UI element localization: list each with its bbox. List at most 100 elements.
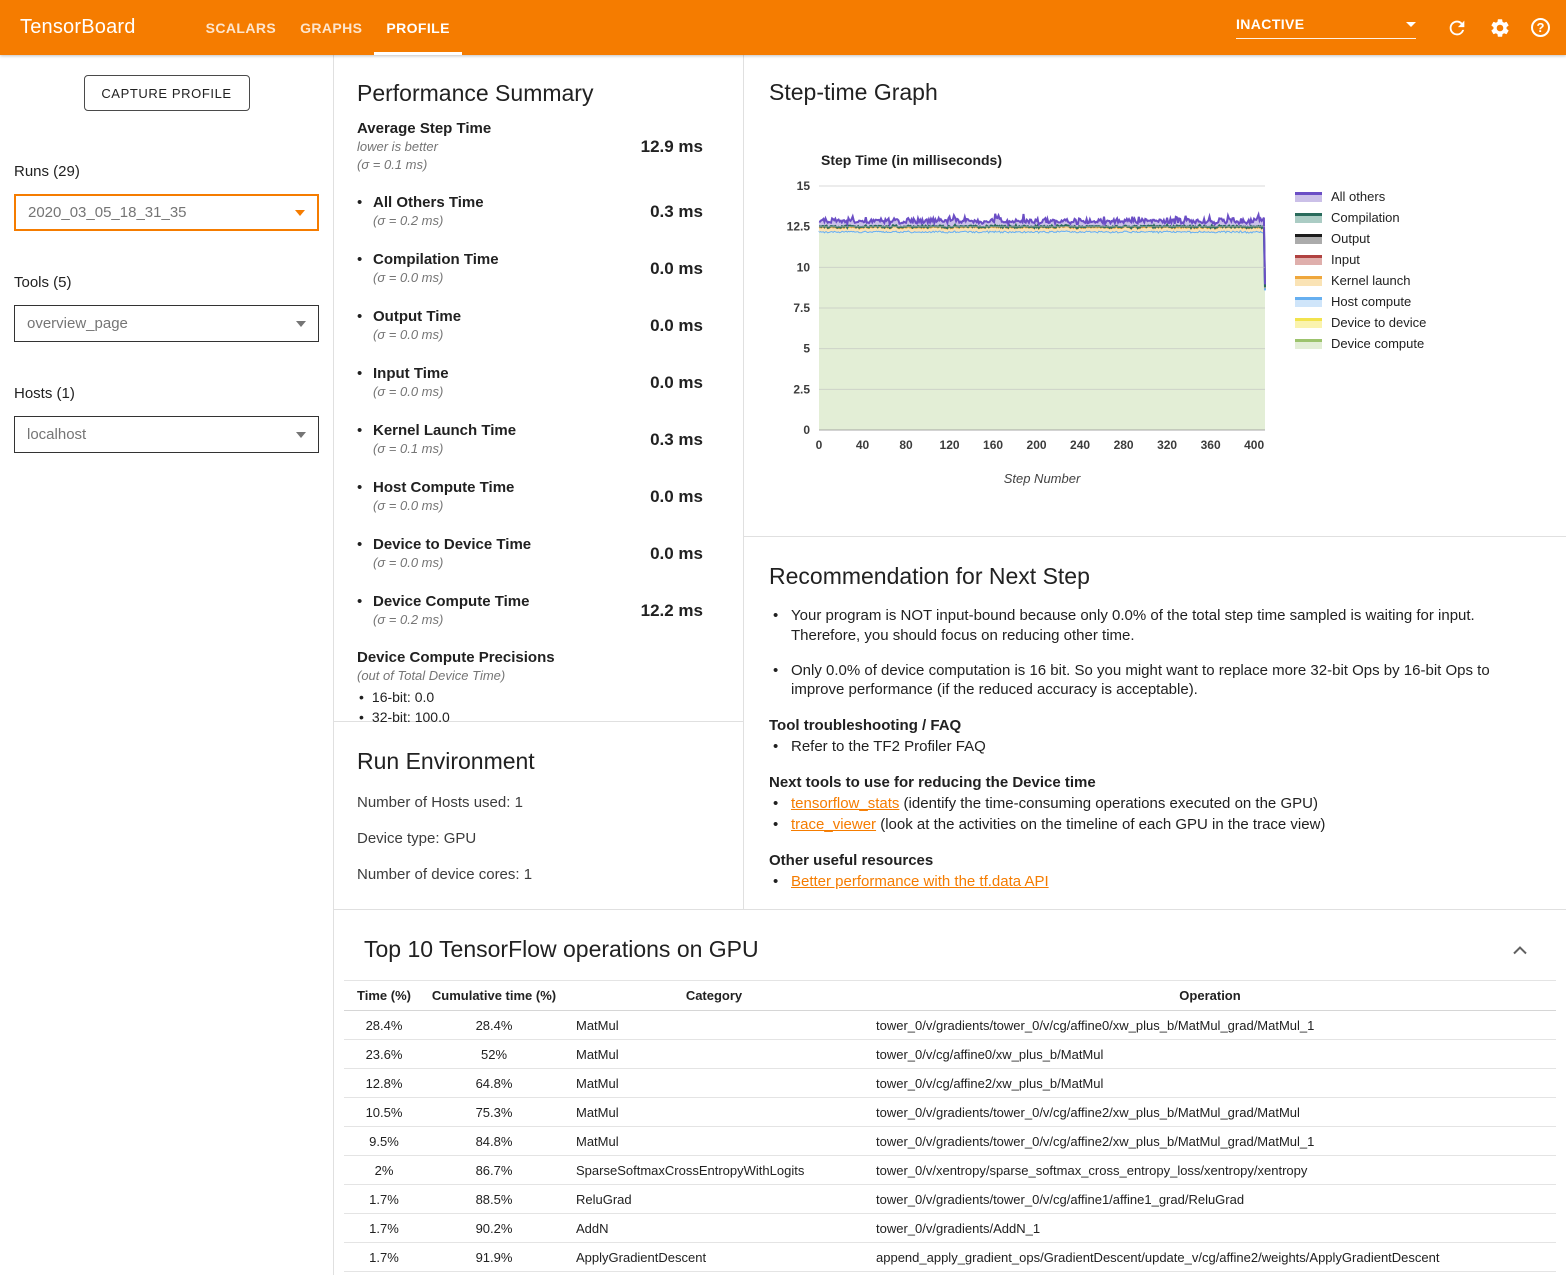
table-row: 10.5%75.3%MatMultower_0/v/gradients/towe… bbox=[344, 1098, 1556, 1127]
runs-field: Runs (29) 2020_03_05_18_31_35 bbox=[14, 163, 319, 231]
chart-x-axis-label: Step Number bbox=[819, 471, 1265, 486]
chart-plot: 02.557.51012.515040801201602002402803203… bbox=[769, 174, 1279, 469]
svg-text:5: 5 bbox=[803, 342, 810, 356]
page-content: CAPTURE PROFILE Runs (29) 2020_03_05_18_… bbox=[0, 55, 1566, 1275]
table-row: 1.7%88.5%ReluGradtower_0/v/gradients/tow… bbox=[344, 1185, 1556, 1214]
metric-sigma: (σ = 0.1 ms) bbox=[357, 156, 491, 174]
step-time-graph-section: Step-time Graph Step Time (in millisecon… bbox=[744, 55, 1566, 537]
legend-item: Output bbox=[1295, 228, 1426, 249]
table-header-row: Time (%) Cumulative time (%) Category Op… bbox=[344, 981, 1556, 1011]
svg-text:200: 200 bbox=[1027, 438, 1047, 452]
column-header-time: Time (%) bbox=[344, 981, 424, 1011]
summary-column: Performance Summary Average Step Time lo… bbox=[334, 55, 744, 909]
precision-item: 16-bit: 0.0 bbox=[357, 687, 703, 707]
metric-row: • Device Compute Time (σ = 0.2 ms) 12.2 … bbox=[357, 593, 703, 629]
metric-sigma: (σ = 0.0 ms) bbox=[373, 554, 531, 572]
tensorflow-stats-link[interactable]: tensorflow_stats bbox=[791, 795, 899, 812]
tools-dropdown[interactable]: overview_page bbox=[14, 305, 319, 342]
legend-swatch bbox=[1295, 254, 1322, 266]
column-header-category: Category bbox=[564, 981, 864, 1011]
svg-text:400: 400 bbox=[1244, 438, 1264, 452]
hosts-dropdown[interactable]: localhost bbox=[14, 416, 319, 453]
metric-sigma: (σ = 0.1 ms) bbox=[373, 440, 516, 458]
tab-profile[interactable]: PROFILE bbox=[374, 0, 461, 55]
metric-label: All Others Time bbox=[373, 194, 484, 212]
hosts-label: Hosts (1) bbox=[14, 385, 319, 402]
legend-item: Kernel launch bbox=[1295, 270, 1426, 291]
recommendation-title: Recommendation for Next Step bbox=[769, 563, 1526, 590]
metric-value: 0.0 ms bbox=[650, 544, 703, 564]
chevron-down-icon bbox=[296, 432, 306, 438]
chevron-down-icon bbox=[295, 210, 305, 216]
metric-value: 0.0 ms bbox=[650, 259, 703, 279]
runs-dropdown[interactable]: 2020_03_05_18_31_35 bbox=[14, 194, 319, 231]
svg-text:0: 0 bbox=[803, 423, 810, 437]
tab-graphs[interactable]: GRAPHS bbox=[288, 0, 374, 55]
metric-label: Kernel Launch Time bbox=[373, 422, 516, 440]
right-column: Step-time Graph Step Time (in millisecon… bbox=[744, 55, 1566, 909]
chevron-down-icon bbox=[1406, 22, 1416, 27]
step-time-chart: Step Time (in milliseconds) 02.557.51012… bbox=[769, 152, 1279, 486]
table-row: 1.7%91.9%ApplyGradientDescentappend_appl… bbox=[344, 1243, 1556, 1272]
nav-tabs: SCALARS GRAPHS PROFILE bbox=[194, 0, 462, 55]
metric-sigma: (σ = 0.2 ms) bbox=[373, 212, 484, 230]
top10-operations-section: Top 10 TensorFlow operations on GPU Time… bbox=[334, 910, 1566, 1272]
hosts-field: Hosts (1) localhost bbox=[14, 385, 319, 453]
run-environment-section: Run Environment Number of Hosts used: 1 … bbox=[334, 722, 743, 910]
top10-title: Top 10 TensorFlow operations on GPU bbox=[364, 936, 759, 963]
performance-summary-title: Performance Summary bbox=[357, 80, 703, 107]
capture-profile-button[interactable]: CAPTURE PROFILE bbox=[84, 75, 250, 111]
tab-scalars[interactable]: SCALARS bbox=[194, 0, 288, 55]
column-header-operation: Operation bbox=[864, 981, 1556, 1011]
reload-status-dropdown[interactable]: INACTIVE bbox=[1236, 16, 1416, 39]
legend-item: Device to device bbox=[1295, 312, 1426, 333]
hosts-value: localhost bbox=[27, 426, 86, 443]
tools-label: Tools (5) bbox=[14, 274, 319, 291]
svg-text:7.5: 7.5 bbox=[793, 301, 810, 315]
metric-label: Output Time bbox=[373, 308, 461, 326]
table-row: 28.4%28.4%MatMultower_0/v/gradients/towe… bbox=[344, 1011, 1556, 1040]
resource-link-item: Better performance with the tf.data API bbox=[769, 872, 1526, 892]
settings-icon[interactable] bbox=[1488, 16, 1512, 40]
metric-row: • All Others Time (σ = 0.2 ms) 0.3 ms bbox=[357, 194, 703, 230]
status-label: INACTIVE bbox=[1236, 16, 1305, 32]
performance-summary-section: Performance Summary Average Step Time lo… bbox=[334, 55, 743, 722]
svg-text:0: 0 bbox=[816, 438, 823, 452]
metric-label: Input Time bbox=[373, 365, 449, 383]
metric-sigma: (σ = 0.0 ms) bbox=[373, 326, 461, 344]
faq-subhead: Tool troubleshooting / FAQ bbox=[769, 717, 1526, 734]
chevron-down-icon bbox=[296, 321, 306, 327]
average-step-time-row: Average Step Time lower is better (σ = 0… bbox=[357, 120, 703, 173]
collapse-section-icon[interactable] bbox=[1512, 945, 1528, 955]
device-compute-precisions: Device Compute Precisions (out of Total … bbox=[357, 649, 703, 727]
sidebar: CAPTURE PROFILE Runs (29) 2020_03_05_18_… bbox=[0, 55, 334, 1275]
precisions-note: (out of Total Device Time) bbox=[357, 667, 703, 685]
legend-item: All others bbox=[1295, 186, 1426, 207]
refresh-icon[interactable] bbox=[1445, 16, 1469, 40]
help-icon[interactable]: ? bbox=[1531, 18, 1550, 37]
legend-item: Host compute bbox=[1295, 291, 1426, 312]
app-bar: TensorBoard SCALARS GRAPHS PROFILE INACT… bbox=[0, 0, 1566, 55]
metric-sigma: (σ = 0.0 ms) bbox=[373, 383, 449, 401]
chart-title: Step Time (in milliseconds) bbox=[821, 152, 1279, 168]
operations-table: Time (%) Cumulative time (%) Category Op… bbox=[344, 980, 1556, 1272]
tools-field: Tools (5) overview_page bbox=[14, 274, 319, 342]
other-resources-subhead: Other useful resources bbox=[769, 852, 1526, 869]
table-row: 2%86.7%SparseSoftmaxCrossEntropyWithLogi… bbox=[344, 1156, 1556, 1185]
tfdata-api-link[interactable]: Better performance with the tf.data API bbox=[791, 873, 1049, 890]
chart-legend: All others Compilation Output Input Kern… bbox=[1295, 186, 1426, 486]
column-header-cumulative: Cumulative time (%) bbox=[424, 981, 564, 1011]
svg-text:360: 360 bbox=[1201, 438, 1221, 452]
table-row: 9.5%84.8%MatMultower_0/v/gradients/tower… bbox=[344, 1127, 1556, 1156]
legend-item: Compilation bbox=[1295, 207, 1426, 228]
metric-sigma: (σ = 0.0 ms) bbox=[373, 497, 514, 515]
svg-text:2.5: 2.5 bbox=[793, 382, 810, 396]
run-env-item: Device type: GPU bbox=[357, 830, 723, 847]
legend-swatch bbox=[1295, 338, 1322, 350]
tool-link-desc: (identify the time-consuming operations … bbox=[899, 795, 1318, 812]
svg-text:12.5: 12.5 bbox=[787, 220, 811, 234]
trace-viewer-link[interactable]: trace_viewer bbox=[791, 816, 876, 833]
recommendation-bullet: Only 0.0% of device computation is 16 bi… bbox=[769, 661, 1526, 701]
tool-link-item: trace_viewer (look at the activities on … bbox=[769, 815, 1526, 835]
app-title: TensorBoard bbox=[20, 16, 136, 39]
